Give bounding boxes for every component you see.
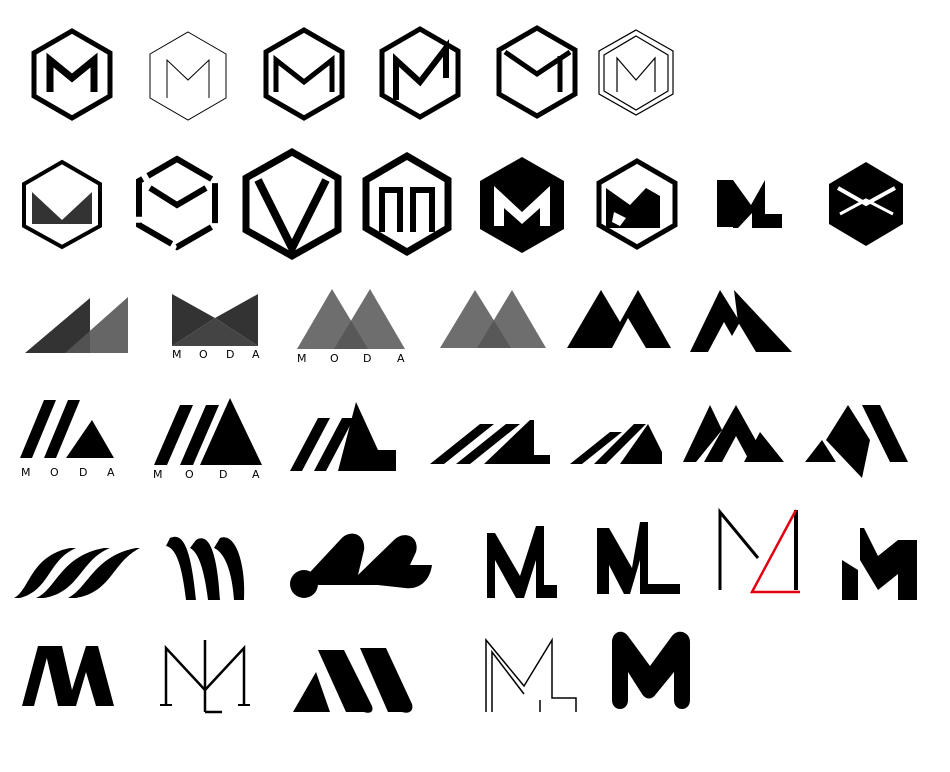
sheet-background xyxy=(0,0,950,772)
logo-sheet: M O D A M O D A M O D A M O D A xyxy=(0,0,950,772)
